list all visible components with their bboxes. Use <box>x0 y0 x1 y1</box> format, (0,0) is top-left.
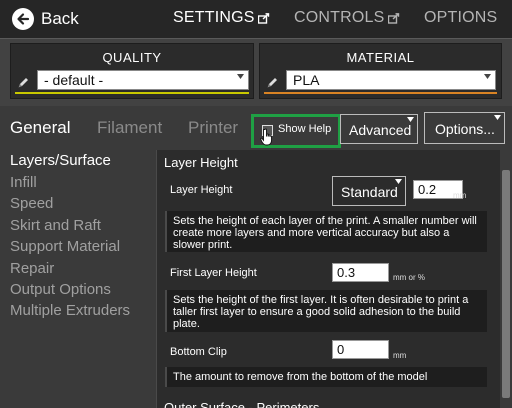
advanced-dropdown[interactable]: Advanced <box>340 114 418 144</box>
category-skirt-and-raft[interactable]: Skirt and Raft <box>10 217 101 234</box>
bottom-clip-unit: mm <box>393 351 407 360</box>
tab-settings[interactable]: SETTINGS <box>173 9 270 27</box>
layer-height-preset-select[interactable]: Standard <box>332 176 406 206</box>
quality-material-bar: QUALITY - default - MATERIAL PLA <box>0 38 512 106</box>
first-layer-height-help: Sets the height of the first layer. It i… <box>165 290 487 332</box>
first-layer-height-unit: mm or % <box>393 273 425 282</box>
tab-settings-label: SETTINGS <box>173 9 255 26</box>
tab-options[interactable]: OPTIONS <box>424 9 497 27</box>
dropdown-arrow-icon <box>395 179 402 184</box>
layer-height-label: Layer Height <box>170 184 233 196</box>
popout-icon <box>257 12 269 24</box>
bottom-clip-help: The amount to remove from the bottom of … <box>165 367 487 387</box>
category-list: Layers/Surface Infill Speed Skirt and Ra… <box>0 150 158 408</box>
material-accent-line <box>264 92 497 94</box>
quality-title: QUALITY <box>102 50 162 65</box>
category-speed[interactable]: Speed <box>10 195 53 212</box>
bottom-clip-input[interactable]: 0 <box>332 340 389 359</box>
app-window: Back SETTINGS CONTROLS OPTIONS QUALITY -… <box>0 0 512 408</box>
quality-accent-line <box>15 92 249 94</box>
category-layers-surface[interactable]: Layers/Surface <box>10 152 111 169</box>
show-help-label: Show Help <box>278 123 332 135</box>
tab-printer[interactable]: Printer <box>188 118 238 138</box>
pencil-icon[interactable] <box>17 76 30 89</box>
category-multiple-extruders[interactable]: Multiple Extruders <box>10 302 130 319</box>
layer-height-help: Sets the height of each layer of the pri… <box>165 211 487 252</box>
top-nav: Back SETTINGS CONTROLS OPTIONS <box>0 0 512 38</box>
quality-box: QUALITY - default - <box>10 43 254 99</box>
layer-height-preset-value: Standard <box>341 184 398 200</box>
settings-panel: Layer Height Layer Height Standard 0.2 m… <box>156 150 500 408</box>
quality-value: - default - <box>44 72 104 88</box>
show-help-toggle[interactable]: Show Help <box>251 114 341 148</box>
settings-scrollbar[interactable] <box>500 150 512 408</box>
category-output-options[interactable]: Output Options <box>10 281 111 298</box>
category-infill[interactable]: Infill <box>10 174 37 191</box>
category-support-material[interactable]: Support Material <box>10 238 120 255</box>
advanced-label: Advanced <box>349 122 412 138</box>
pencil-icon[interactable] <box>266 76 279 89</box>
material-title: MATERIAL <box>346 50 415 65</box>
first-layer-height-label: First Layer Height <box>170 267 257 279</box>
material-box: MATERIAL PLA <box>259 43 502 99</box>
popout-icon <box>387 12 399 24</box>
options-label: Options... <box>435 121 495 137</box>
back-label: Back <box>41 9 79 28</box>
tab-options-label: OPTIONS <box>424 9 498 26</box>
first-layer-height-input[interactable]: 0.3 <box>332 263 389 282</box>
settings-tab-row: General Filament Printer Show Help Advan… <box>0 106 512 150</box>
category-repair[interactable]: Repair <box>10 260 54 277</box>
bottom-clip-label: Bottom Clip <box>170 346 227 358</box>
tab-general[interactable]: General <box>10 118 70 138</box>
section-title-outer-surface: Outer Surface - Perimeters <box>164 400 320 408</box>
material-value: PLA <box>293 72 320 88</box>
options-menu-button[interactable]: Options... <box>424 112 505 144</box>
material-select[interactable]: PLA <box>286 70 496 90</box>
quality-select[interactable]: - default - <box>37 70 249 90</box>
hand-cursor-icon <box>260 128 272 146</box>
tab-filament[interactable]: Filament <box>97 118 162 138</box>
layer-height-unit: mm <box>453 191 467 200</box>
dropdown-arrow-icon <box>237 74 244 79</box>
scrollbar-thumb[interactable] <box>502 170 510 398</box>
tab-controls-label: CONTROLS <box>294 9 385 26</box>
tab-controls[interactable]: CONTROLS <box>294 9 400 27</box>
dropdown-arrow-icon <box>407 117 414 122</box>
section-title-layer-height: Layer Height <box>164 155 238 170</box>
back-arrow-icon <box>12 8 34 30</box>
back-button[interactable]: Back <box>12 7 79 31</box>
dropdown-arrow-icon <box>494 115 501 120</box>
dropdown-arrow-icon <box>484 74 491 79</box>
